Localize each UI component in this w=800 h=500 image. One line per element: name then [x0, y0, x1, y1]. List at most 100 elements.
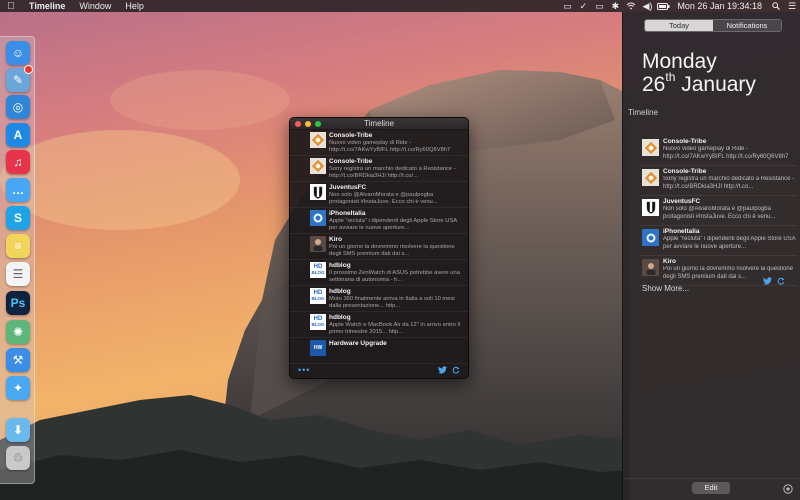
dock: ☺ ✎ ◎ A ♫ … S ≡ ☰ Ps ✺ ⚒ ✦ ⬇ ♲: [0, 36, 35, 484]
nc-segmented-control: Today Notifications: [644, 19, 782, 32]
tweet-row[interactable]: HD BLOG hdblog Apple Watch e MacBook Air da…: [290, 312, 468, 338]
tweet-list[interactable]: Console-Tribe Nuovo video gameplay di Rid…: [290, 130, 468, 364]
avatar[interactable]: [642, 259, 659, 276]
more-button[interactable]: •••: [298, 365, 310, 375]
dock-atom-icon[interactable]: ✺: [6, 320, 30, 344]
menulet-icon[interactable]: ▭: [559, 0, 575, 12]
dock-photoshop-icon[interactable]: Ps: [6, 291, 30, 315]
dock-glyph: ✎: [12, 73, 24, 87]
tweet-author[interactable]: Hardware Upgrade: [329, 340, 464, 348]
avatar[interactable]: HD BLOG: [310, 262, 326, 278]
wifi-icon[interactable]: [623, 0, 639, 12]
bluetooth-icon[interactable]: ✱: [607, 0, 623, 12]
refresh-icon[interactable]: [777, 272, 785, 290]
avatar[interactable]: [310, 132, 326, 148]
edit-button[interactable]: Edit: [692, 482, 730, 494]
tab-today[interactable]: Today: [645, 20, 713, 31]
tweet-author[interactable]: JuventusFC: [663, 198, 797, 206]
tweet-row[interactable]: JuventusFC Non solo @AlvaroMorata e @paul…: [290, 182, 468, 208]
window-titlebar[interactable]: Timeline: [290, 118, 468, 130]
dock-app-store-icon[interactable]: A: [6, 123, 30, 147]
menu-window[interactable]: Window: [72, 1, 118, 11]
dock-glyph: ⬇: [12, 423, 24, 437]
tweet-row[interactable]: HD BLOG hdblog Il prossimo ZenWatch di ASUS…: [290, 260, 468, 286]
volume-icon[interactable]: ◀): [639, 0, 655, 12]
avatar[interactable]: HD BLOG: [310, 314, 326, 330]
dock-glyph: ⚒: [12, 353, 24, 367]
dock-safari-icon[interactable]: ◎: [6, 95, 30, 119]
menu-clock[interactable]: Mon 26 Jan 19:34:18: [671, 1, 768, 11]
tweet-author[interactable]: JuventusFC: [329, 184, 464, 192]
tweet-author[interactable]: hdblog: [329, 262, 464, 270]
tweet-author[interactable]: Console-Tribe: [663, 168, 797, 176]
avatar[interactable]: [310, 236, 326, 252]
tweet-author[interactable]: hdblog: [329, 314, 464, 322]
widget-title: Timeline: [628, 108, 658, 117]
gear-icon[interactable]: [782, 482, 794, 494]
avatar[interactable]: [310, 184, 326, 200]
airplay-icon[interactable]: ▭: [591, 0, 607, 12]
dock-notes-icon[interactable]: ≡: [6, 234, 30, 258]
tweet-author[interactable]: Console-Tribe: [663, 138, 797, 146]
avatar[interactable]: [310, 210, 326, 226]
avatar[interactable]: HD BLOG: [310, 288, 326, 304]
tweet-author[interactable]: Console-Tribe: [329, 158, 464, 166]
timeline-status-icon[interactable]: ✓: [575, 0, 591, 12]
tweet-text: Apple "recluta" i dipendenti degli Apple…: [329, 218, 457, 231]
spotlight-icon[interactable]: [768, 0, 784, 12]
menu-app-name[interactable]: Timeline: [22, 1, 72, 11]
apple-menu-icon[interactable]: : [0, 1, 22, 12]
nc-day: Monday: [642, 50, 717, 73]
dock-glyph: ☺: [11, 46, 25, 60]
notification-center: Today Notifications Monday 26th January …: [622, 12, 800, 500]
avatar[interactable]: HW: [310, 340, 326, 356]
twitter-bird-icon[interactable]: [763, 272, 772, 290]
menu-help[interactable]: Help: [118, 1, 151, 11]
avatar[interactable]: [642, 169, 659, 186]
tweet-row[interactable]: iPhoneItalia Apple "recluta" i dipendenti…: [290, 208, 468, 234]
nc-tweet-row[interactable]: Console-Tribe Sony registra un marchio de…: [639, 166, 797, 196]
tweet-row[interactable]: HD BLOG hdblog Moto 360 finalmente arriva i…: [290, 286, 468, 312]
dock-messages-icon[interactable]: …: [6, 178, 30, 202]
dock-glyph: A: [13, 128, 23, 142]
tweet-author[interactable]: Kiro: [663, 258, 797, 266]
nc-tweet-row[interactable]: JuventusFC Non solo @AlvaroMorata e @paul…: [639, 196, 797, 226]
tab-notifications[interactable]: Notifications: [713, 20, 781, 31]
tweet-row[interactable]: Kiro Poi un giorno la dovremmo risolvere …: [290, 234, 468, 260]
tweet-row[interactable]: Console-Tribe Nuovo video gameplay di Rid…: [290, 130, 468, 156]
tweet-row[interactable]: Console-Tribe Sony registra un marchio de…: [290, 156, 468, 182]
nc-tweet-list[interactable]: Console-Tribe Nuovo video gameplay di Rid…: [639, 136, 797, 286]
avatar[interactable]: [310, 158, 326, 174]
dock-reminders-icon[interactable]: ☰: [6, 262, 30, 286]
tweet-author[interactable]: Kiro: [329, 236, 464, 244]
nc-bottom-bar: Edit: [623, 478, 800, 500]
nc-tweet-row[interactable]: iPhoneItalia Apple "recluta" i dipendenti…: [639, 226, 797, 256]
status-area: ▭ ✓ ▭ ✱ ◀) Mon 26 Jan 19:34:18 ☰: [559, 0, 800, 12]
dock-finder-icon[interactable]: ☺: [6, 41, 30, 65]
dock-preview-icon[interactable]: ✎: [6, 65, 33, 92]
tweet-author[interactable]: iPhoneItalia: [329, 210, 464, 218]
tweet-author[interactable]: Console-Tribe: [329, 132, 464, 140]
avatar[interactable]: [642, 199, 659, 216]
refresh-icon[interactable]: [452, 361, 460, 378]
dock-tweetbot-icon[interactable]: ✦: [6, 376, 30, 400]
avatar[interactable]: [642, 229, 659, 246]
dock-skype-icon[interactable]: S: [6, 206, 30, 230]
dock-downloads-folder-icon[interactable]: ⬇: [6, 418, 30, 442]
notification-center-icon[interactable]: ☰: [784, 0, 800, 12]
twitter-bird-icon[interactable]: [438, 361, 447, 378]
dock-glyph: ♲: [12, 451, 24, 465]
tweet-author[interactable]: iPhoneItalia: [663, 228, 797, 236]
avatar[interactable]: [642, 139, 659, 156]
show-more-link[interactable]: Show More...: [642, 284, 689, 293]
dock-glyph: ≡: [14, 239, 22, 253]
nc-tweet-row[interactable]: Console-Tribe Nuovo video gameplay di Rid…: [639, 136, 797, 166]
tweet-text: Poi un giorno la dovremmo risolvere la q…: [329, 244, 455, 257]
nc-date-month: January: [681, 73, 756, 96]
dock-xcode-icon[interactable]: ⚒: [6, 348, 30, 372]
battery-icon[interactable]: [655, 0, 671, 12]
tweet-author[interactable]: hdblog: [329, 288, 464, 296]
dock-itunes-icon[interactable]: ♫: [6, 150, 30, 174]
dock-glyph: ☰: [12, 267, 24, 281]
dock-trash-icon[interactable]: ♲: [6, 446, 30, 470]
